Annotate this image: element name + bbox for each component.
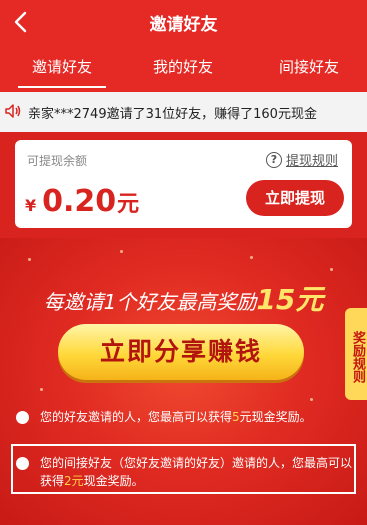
sparkle-decoration <box>250 256 253 259</box>
promo-headline-text: 每邀请1个好友最高奖励 <box>43 290 257 314</box>
balance-unit: 元 <box>117 192 140 217</box>
tab-indirect-friends[interactable]: 间接好友 <box>254 56 364 77</box>
rule-amount: 2元 <box>64 474 84 488</box>
balance-value: 0.20 <box>42 184 117 219</box>
app-header: 邀请好友 邀请好友 我的好友 间接好友 <box>0 0 367 100</box>
bullet-dot <box>16 457 29 470</box>
balance-label: 可提现余额 <box>27 154 88 168</box>
promo-headline: 每邀请1个好友最高奖励15元 <box>0 278 367 318</box>
rule-amount: 5 <box>232 410 240 424</box>
sparkle-decoration <box>120 250 123 253</box>
notice-bar: 亲家***2749邀请了31位好友，赚得了160元现金 <box>0 92 367 132</box>
rule-text-suffix: 现金奖励。 <box>83 474 144 488</box>
rule-text-suffix: 元现金奖励。 <box>239 410 312 424</box>
rule-text: 您的好友邀请的人，您最高可以获得 <box>40 410 233 424</box>
notice-text: 亲家***2749邀请了31位好友，赚得了160元现金 <box>28 107 317 122</box>
balance-card: 可提现余额 ? 提现规则 ¥ 0.20 元 立即提现 <box>15 140 352 228</box>
tab-bar: 邀请好友 我的好友 间接好友 <box>0 56 367 88</box>
reward-rules-tab[interactable]: 奖励规则 <box>345 308 367 400</box>
withdraw-rules-link[interactable]: ? 提现规则 <box>265 150 338 169</box>
currency-symbol: ¥ <box>25 196 37 215</box>
speaker-icon <box>5 104 21 118</box>
active-tab-indicator <box>18 86 106 88</box>
sparkle-decoration <box>310 398 313 401</box>
sparkle-decoration <box>28 258 31 261</box>
promo-headline-amount: 15元 <box>256 283 324 316</box>
question-icon: ? <box>265 151 282 168</box>
page-title: 邀请好友 <box>149 15 218 35</box>
balance-amount: ¥ 0.20 元 <box>25 184 139 219</box>
sparkle-decoration <box>40 388 43 391</box>
tab-my-friends[interactable]: 我的好友 <box>128 56 238 77</box>
bullet-dot <box>16 411 29 424</box>
withdraw-rules-label: 提现规则 <box>285 154 338 169</box>
sparkle-decoration <box>330 268 333 271</box>
tab-invite-friends[interactable]: 邀请好友 <box>7 56 117 77</box>
withdraw-button[interactable]: 立即提现 <box>246 180 344 216</box>
rule-item: 您的间接好友（您好友邀请的好友）邀请的人，您最高可以获得2元现金奖励。 <box>16 454 356 490</box>
rule-item: 您的好友邀请的人，您最高可以获得5元现金奖励。 <box>16 408 356 426</box>
share-earn-button[interactable]: 立即分享赚钱 <box>58 324 304 380</box>
